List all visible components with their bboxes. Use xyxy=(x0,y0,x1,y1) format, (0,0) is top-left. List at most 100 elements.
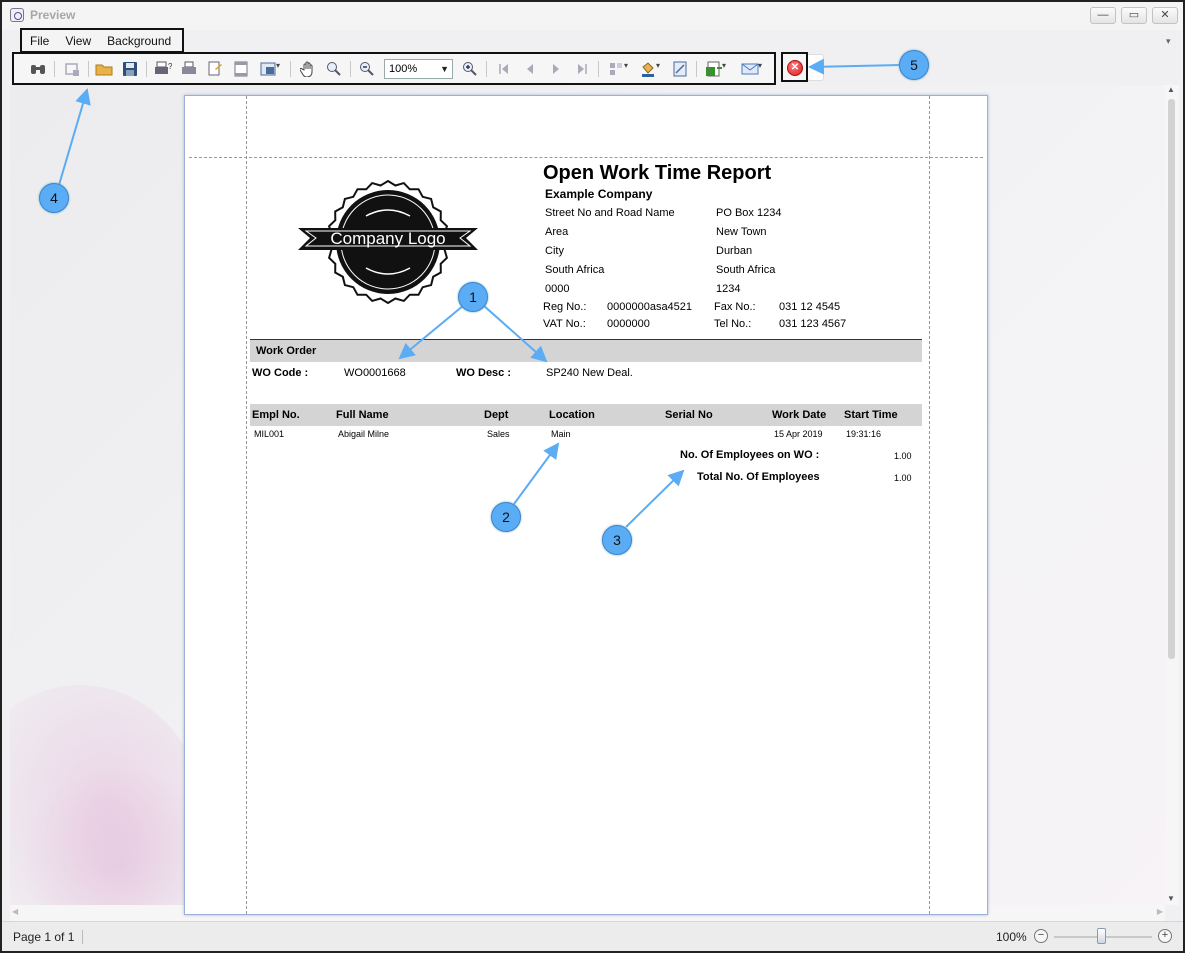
callout-3: 3 xyxy=(602,525,632,555)
chevron-down-icon: ▼ xyxy=(440,64,449,74)
scroll-up-icon[interactable]: ▲ xyxy=(1167,85,1175,94)
wo-code-label: WO Code : xyxy=(252,367,309,379)
print-icon[interactable] xyxy=(179,59,199,79)
zoom-in-icon[interactable] xyxy=(460,59,480,79)
tel-no-label: Tel No.: xyxy=(714,318,752,330)
section-title: Work Order xyxy=(256,345,317,357)
toolbar-separator xyxy=(290,61,291,77)
callout-2: 2 xyxy=(491,502,521,532)
toolbar: ? 100% ▼ xyxy=(12,52,776,85)
minimize-button[interactable]: — xyxy=(1090,7,1116,24)
close-preview-button[interactable]: ✕ xyxy=(781,52,808,82)
print-dialog-icon[interactable]: ? xyxy=(153,59,173,79)
parameters-icon[interactable] xyxy=(62,59,82,79)
cell-full-name: Abigail Milne xyxy=(338,429,390,439)
callout-1: 1 xyxy=(458,282,488,312)
app-icon xyxy=(10,8,24,22)
fax-no-value: 031 12 4545 xyxy=(779,301,841,313)
close-preview-icon: ✕ xyxy=(787,60,803,76)
vat-no-value: 0000000 xyxy=(607,318,650,330)
multiple-pages-icon[interactable] xyxy=(606,59,628,79)
reg-no-label: Reg No.: xyxy=(543,301,587,313)
column-serial-no: Serial No xyxy=(665,409,713,421)
column-dept: Dept xyxy=(484,409,509,421)
menu-view[interactable]: View xyxy=(65,34,91,48)
preview-window: Preview — ▭ ✕ File View Background ▾ ▾ 1… xyxy=(0,0,1185,953)
status-separator xyxy=(82,930,83,944)
title-bar: Preview — ▭ ✕ xyxy=(2,2,1183,30)
company-name: Example Company xyxy=(545,187,653,201)
page-color-icon[interactable] xyxy=(638,59,660,79)
toolbar-separator xyxy=(146,61,147,77)
next-page-icon[interactable] xyxy=(546,59,566,79)
zoom-percentage: 100% xyxy=(996,930,1027,944)
callout-5: 5 xyxy=(899,50,929,80)
cell-location: Main xyxy=(551,429,571,439)
employees-on-wo-label: No. Of Employees on WO : xyxy=(680,449,820,461)
column-full-name: Full Name xyxy=(336,409,389,421)
open-folder-icon[interactable] xyxy=(94,59,114,79)
vat-no-label: VAT No.: xyxy=(543,318,586,330)
close-window-button[interactable]: ✕ xyxy=(1152,7,1178,24)
street-address: Street No and Road Name Area City South … xyxy=(545,207,675,302)
logo-text: Company Logo xyxy=(330,229,445,248)
zoom-slider-thumb[interactable] xyxy=(1097,928,1106,944)
scrollbar-thumb[interactable] xyxy=(1168,99,1175,659)
fax-no-label: Fax No.: xyxy=(714,301,756,313)
total-employees-label: Total No. Of Employees xyxy=(697,471,820,483)
magnifier-icon[interactable] xyxy=(324,59,344,79)
menu-file[interactable]: File xyxy=(30,34,49,48)
last-page-icon[interactable] xyxy=(572,59,592,79)
vertical-scrollbar[interactable]: ▲ ▼ xyxy=(1165,85,1179,905)
menu-bar: File View Background xyxy=(20,28,184,53)
company-logo: Company Logo xyxy=(298,180,478,304)
maximize-button[interactable]: ▭ xyxy=(1121,7,1147,24)
page-setup-icon[interactable] xyxy=(205,59,225,79)
svg-text:?: ? xyxy=(168,62,172,71)
wo-desc-label: WO Desc : xyxy=(456,367,512,379)
table-header: Empl No. Full Name Dept Location Serial … xyxy=(250,404,922,426)
scroll-left-icon[interactable]: ◀ xyxy=(12,907,18,916)
reg-no-value: 0000000asa4521 xyxy=(607,301,693,313)
first-page-icon[interactable] xyxy=(494,59,514,79)
export-icon[interactable] xyxy=(704,59,726,79)
hand-tool-icon[interactable] xyxy=(298,59,318,79)
zoom-minus-icon[interactable]: − xyxy=(1034,929,1048,943)
cell-work-date: 15 Apr 2019 xyxy=(774,429,823,439)
report-page: Company Logo Open Work Time Report Examp… xyxy=(184,95,988,915)
scale-icon[interactable] xyxy=(258,59,280,79)
menu-background[interactable]: Background xyxy=(107,34,171,48)
tel-no-value: 031 123 4567 xyxy=(779,318,847,330)
save-icon[interactable] xyxy=(120,59,140,79)
watermark-icon[interactable] xyxy=(670,59,690,79)
address-line: South Africa xyxy=(716,264,776,276)
previous-page-icon[interactable] xyxy=(520,59,540,79)
minimize-icon: — xyxy=(1097,9,1109,21)
header-footer-icon[interactable] xyxy=(231,59,251,79)
work-order-section: Work Order xyxy=(250,340,922,362)
cell-empl-no: MIL001 xyxy=(254,429,285,439)
scroll-down-icon[interactable]: ▼ xyxy=(1167,894,1175,903)
toolbar-separator xyxy=(486,61,487,77)
wo-code-value: WO0001668 xyxy=(344,367,406,379)
column-location: Location xyxy=(549,409,595,421)
email-icon[interactable] xyxy=(740,59,762,79)
wo-desc-value: SP240 New Deal. xyxy=(546,367,633,379)
margin-guide xyxy=(189,157,983,158)
column-start-time: Start Time xyxy=(844,409,898,421)
column-empl-no: Empl No. xyxy=(252,409,300,421)
toolbar-end xyxy=(808,54,824,81)
address-line: PO Box 1234 xyxy=(716,207,782,219)
search-icon[interactable] xyxy=(28,59,48,79)
address-line: Durban xyxy=(716,245,753,257)
address-line: 1234 xyxy=(716,283,741,295)
scroll-right-icon[interactable]: ▶ xyxy=(1157,907,1163,916)
toolbar-separator xyxy=(598,61,599,77)
total-employees-value: 1.00 xyxy=(894,473,912,483)
zoom-out-icon[interactable] xyxy=(357,59,377,79)
toolbar-separator xyxy=(696,61,697,77)
zoom-select[interactable]: 100% ▼ xyxy=(384,59,453,79)
maximize-icon: ▭ xyxy=(1128,9,1140,21)
zoom-plus-icon[interactable]: + xyxy=(1158,929,1172,943)
ribbon-expand-icon[interactable]: ▾ xyxy=(1166,36,1171,47)
